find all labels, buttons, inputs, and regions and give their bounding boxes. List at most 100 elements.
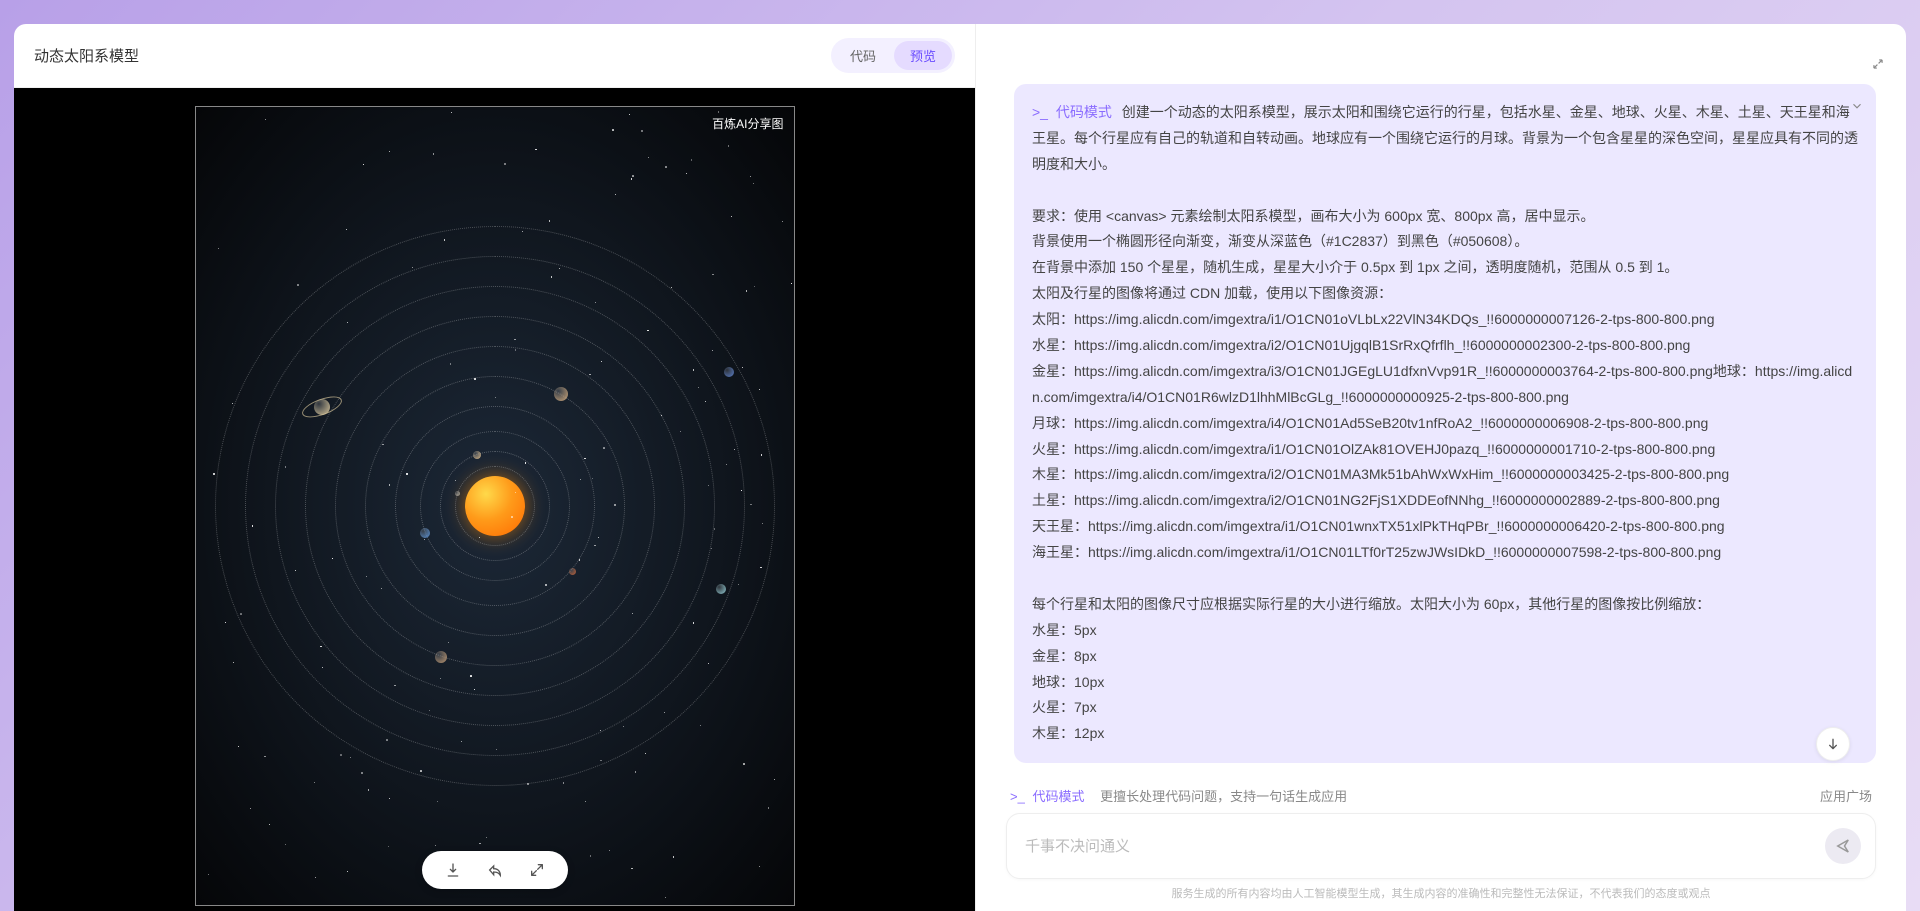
send-button[interactable]: [1825, 828, 1861, 864]
prompt-line: 海王星：https://img.alicdn.com/imgextra/i1/O…: [1032, 544, 1721, 560]
star: [691, 159, 693, 161]
prompt-line: 水星：5px: [1032, 622, 1097, 638]
chat-input-box: [1006, 813, 1876, 879]
mode-label: 代码模式: [1056, 104, 1112, 120]
collapse-right-icon[interactable]: [1866, 52, 1890, 76]
star: [631, 868, 632, 869]
star: [603, 447, 605, 449]
planet-earth: [420, 528, 430, 538]
star: [368, 789, 370, 791]
star: [768, 807, 769, 808]
watermark: 百炼AI分享图: [712, 115, 783, 132]
star: [340, 754, 342, 756]
star: [295, 570, 296, 571]
star: [269, 824, 271, 826]
star: [451, 112, 452, 113]
star: [665, 166, 667, 168]
prompt-line: 火星：https://img.alicdn.com/imgextra/i1/O1…: [1032, 441, 1715, 457]
star: [645, 753, 646, 754]
star: [479, 843, 481, 845]
star: [712, 274, 713, 275]
star: [629, 114, 630, 115]
star: [515, 349, 516, 350]
star: [433, 153, 434, 154]
star: [470, 675, 472, 677]
star: [580, 479, 581, 480]
prompt-line: 金星：https://img.alicdn.com/imgextra/i3/O1…: [1032, 363, 1852, 405]
star: [584, 458, 586, 460]
star: [661, 415, 662, 416]
star: [698, 387, 699, 388]
chat-input[interactable]: [1025, 838, 1825, 855]
solar-canvas: 百炼AI分享图: [195, 106, 795, 906]
star: [240, 613, 242, 615]
star: [664, 712, 665, 713]
tab-code[interactable]: 代码: [834, 41, 892, 70]
star: [479, 537, 480, 538]
prompt-line: 要求：使用 <canvas> 元素绘制太阳系模型，画布大小为 600px 宽、8…: [1032, 208, 1594, 224]
share-icon[interactable]: [486, 861, 504, 879]
download-icon[interactable]: [444, 861, 462, 879]
star: [750, 176, 751, 177]
star: [250, 808, 251, 809]
star: [700, 725, 701, 726]
star: [623, 726, 624, 727]
star: [728, 145, 729, 146]
star: [693, 622, 695, 624]
expand-icon[interactable]: [528, 861, 546, 879]
star: [601, 361, 602, 362]
star: [631, 178, 632, 179]
star: [527, 783, 528, 784]
star: [590, 855, 591, 856]
star: [525, 462, 527, 464]
input-mode-badge[interactable]: >_ 代码模式: [1010, 789, 1088, 804]
star: [265, 119, 266, 120]
mode-badge: >_ 代码模式: [1032, 104, 1116, 120]
star: [474, 378, 475, 379]
star: [759, 389, 760, 390]
star: [320, 646, 321, 647]
star: [437, 801, 438, 802]
star: [361, 772, 362, 773]
chat-scroll[interactable]: >_ 代码模式 创建一个动态的太阳系模型，展示太阳和围绕它运行的行星，包括水星、…: [976, 24, 1906, 778]
prompt-line: 地球：10px: [1032, 674, 1104, 690]
tab-preview[interactable]: 预览: [894, 41, 952, 70]
star: [686, 173, 687, 174]
prompt-prefix-icon: >_: [1010, 789, 1025, 804]
star: [347, 322, 348, 323]
star: [522, 231, 523, 232]
star: [297, 284, 299, 286]
prompt-line: 水星：https://img.alicdn.com/imgextra/i2/O1…: [1032, 337, 1690, 353]
app-store-link[interactable]: 应用广场: [1820, 786, 1872, 805]
star: [238, 746, 239, 747]
star: [731, 216, 732, 217]
star: [389, 151, 390, 152]
prompt-prefix: >_: [1032, 104, 1048, 120]
star: [455, 480, 456, 481]
star: [350, 757, 351, 758]
star: [671, 287, 672, 288]
star: [406, 473, 407, 474]
star: [647, 330, 648, 331]
star: [609, 850, 610, 851]
star: [759, 866, 760, 867]
scroll-to-bottom-button[interactable]: [1816, 727, 1850, 761]
star: [774, 779, 775, 780]
star: [589, 374, 590, 375]
star: [511, 516, 513, 518]
star: [746, 290, 747, 291]
star: [641, 130, 642, 131]
prompt-line: 背景使用一个椭圆形径向渐变，渐变从深蓝色（#1C2837）到黑色（#050608…: [1032, 233, 1528, 249]
input-top-bar: >_ 代码模式 更擅长处理代码问题，支持一句话生成应用 应用广场: [1006, 778, 1876, 813]
star: [594, 545, 595, 546]
star: [366, 576, 367, 577]
star: [515, 492, 516, 493]
chevron-down-icon[interactable]: [1850, 96, 1864, 122]
page-title: 动态太阳系模型: [34, 45, 139, 66]
star: [389, 798, 391, 800]
view-tabs: 代码 预览: [831, 38, 955, 73]
prompt-line: 土星：https://img.alicdn.com/imgextra/i2/O1…: [1032, 492, 1720, 508]
star: [726, 464, 727, 465]
planet-mars: [569, 568, 576, 575]
star: [389, 484, 390, 485]
